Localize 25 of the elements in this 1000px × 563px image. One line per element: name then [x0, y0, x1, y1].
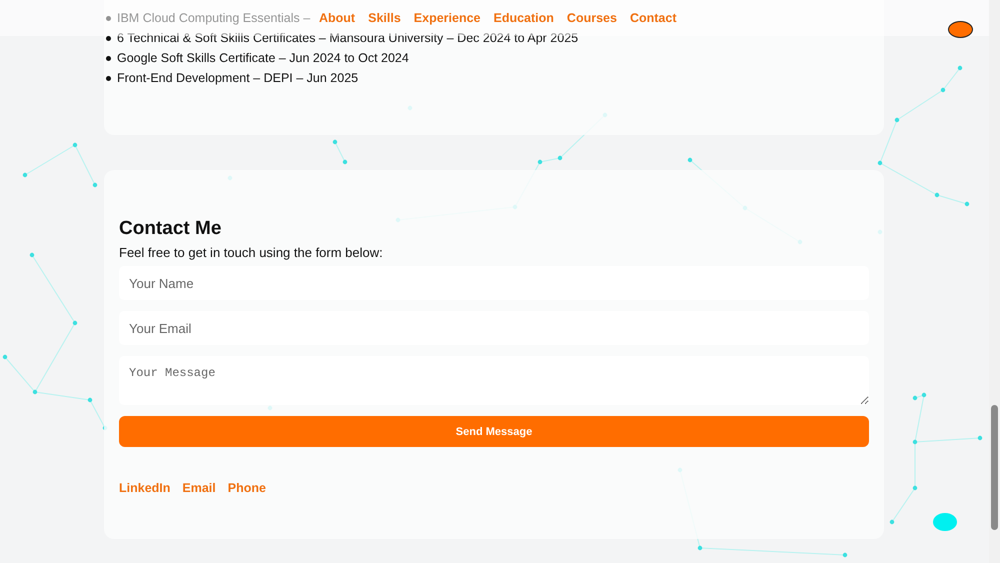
certificate-item: IBM Cloud Computing Essentials – — [117, 11, 310, 25]
social-link[interactable]: LinkedIn — [119, 481, 170, 495]
input-field[interactable]: Your Email — [119, 311, 869, 345]
section-title: Contact Me — [119, 217, 222, 241]
certificate-item: Google Soft Skills Certificate – Jun 2024 to Oct 2024 — [117, 51, 409, 65]
nav-link[interactable]: About — [319, 11, 356, 25]
input-field[interactable]: Your Name — [119, 266, 869, 300]
scrollbar-thumb[interactable] — [991, 405, 998, 530]
certificate-item: Front-End Development – DEPI – Jun 2025 — [117, 71, 358, 85]
nav-link[interactable]: Education — [494, 11, 554, 25]
theme-toggle[interactable] — [948, 21, 973, 38]
nav-link[interactable]: Experience — [414, 11, 480, 25]
social-link[interactable]: Email — [182, 481, 216, 495]
nav-link[interactable]: Contact — [630, 11, 676, 25]
send-button[interactable]: Send Message — [119, 416, 869, 447]
intro-text: Feel free to get in touch using the form below: — [119, 244, 384, 262]
bullet-icon — [106, 16, 111, 20]
bullet-icon — [106, 76, 111, 80]
message-field[interactable]: Your Message — [119, 356, 869, 405]
bullet-icon — [106, 36, 111, 40]
nav-link[interactable]: Courses — [566, 11, 617, 25]
bullet-icon — [106, 56, 111, 60]
certificate-item: 6 Technical & Soft Skills Certificates – Mansoura University – Dec 2024 to Apr 2025 — [117, 31, 578, 45]
social-link[interactable]: Phone — [228, 481, 266, 495]
nav-link[interactable]: Skills — [368, 11, 401, 25]
